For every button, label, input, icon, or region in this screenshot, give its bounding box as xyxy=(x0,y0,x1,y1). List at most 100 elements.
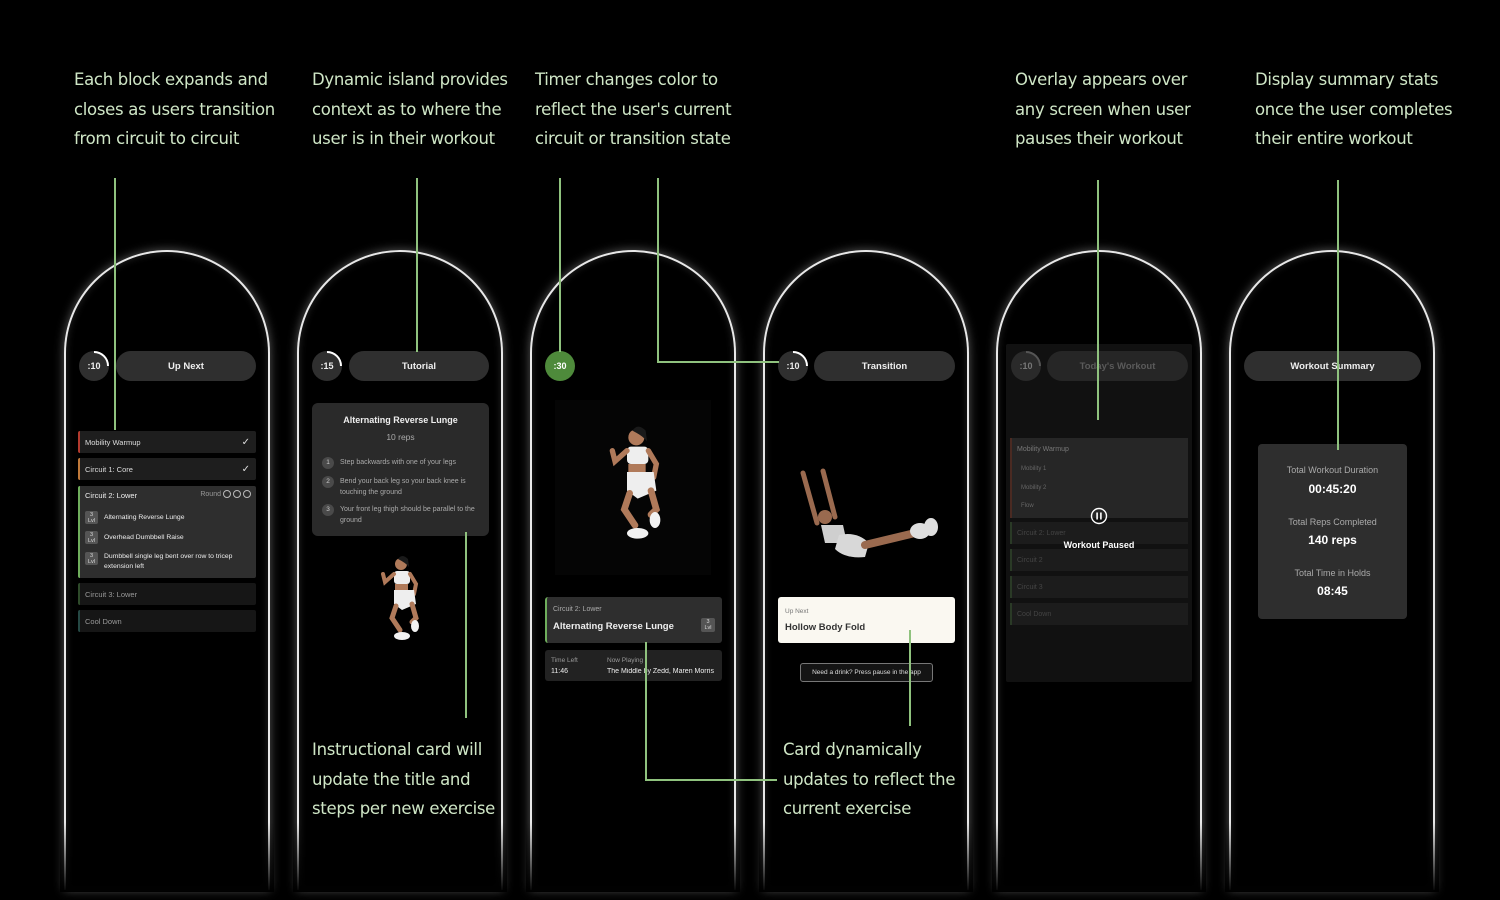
step-text: Your front leg thigh should be parallel … xyxy=(340,506,475,524)
up-next-label: Up Next xyxy=(785,608,809,615)
callout-line xyxy=(1097,180,1099,420)
callout-line xyxy=(909,630,911,726)
level-chip: 3 Lvl xyxy=(701,618,715,632)
callout-line xyxy=(657,361,779,363)
caption-summary: Display summary stats once the user comp… xyxy=(1255,65,1453,154)
exercise-name: Alternating Reverse Lunge xyxy=(553,621,674,632)
hint-text: Need a drink? Press pause in the app xyxy=(812,669,921,676)
countdown-timer: :10 xyxy=(778,351,808,381)
block-item: Cool Down xyxy=(1010,603,1188,625)
step-number: 2 xyxy=(322,476,334,488)
timer-progress-ring xyxy=(792,351,808,367)
callout-line xyxy=(416,178,418,352)
timer-value: :30 xyxy=(553,361,567,371)
caption-line: Each block expands and xyxy=(74,70,268,89)
circuit-label: Circuit 2: Lower xyxy=(553,606,602,613)
level-chip: 3 Lvl xyxy=(85,531,98,544)
current-exercise-card[interactable]: Circuit 2: Lower Alternating Reverse Lun… xyxy=(545,597,722,643)
block-mobility-warmup[interactable]: Mobility Warmup ✓ xyxy=(78,431,256,453)
caption-overlay: Overlay appears over any screen when use… xyxy=(1015,65,1191,154)
time-left-label: Time Left xyxy=(551,657,578,664)
pause-icon[interactable] xyxy=(1090,507,1108,525)
timer-progress-ring xyxy=(326,351,342,367)
block-item: Circuit 2 xyxy=(1010,549,1188,571)
step-number: 3 xyxy=(322,504,334,516)
stat-label: Total Reps Completed xyxy=(1288,517,1377,527)
caption-blocks: Each block expands and closes as users t… xyxy=(74,65,275,154)
stat-value: 140 reps xyxy=(1308,533,1357,547)
dynamic-island: Tutorial xyxy=(349,351,489,381)
countdown-timer: :10 xyxy=(1011,351,1041,381)
island-label: Today's Workout xyxy=(1079,360,1156,372)
caption-line: from circuit to circuit xyxy=(74,129,240,148)
exercise-title: Alternating Reverse Lunge xyxy=(343,415,458,425)
caption-line: Display summary stats xyxy=(1255,70,1439,89)
stat-label: Total Time in Holds xyxy=(1294,568,1371,578)
island-label: Transition xyxy=(861,360,908,372)
caption-line: circuit or transition state xyxy=(535,129,731,148)
exercise-row[interactable]: 3 Lvl Alternating Reverse Lunge xyxy=(85,511,250,524)
check-icon: ✓ xyxy=(241,463,250,475)
block-label: Circuit 3: Lower xyxy=(85,589,138,599)
block-label: Circuit 3 xyxy=(1017,583,1043,591)
dynamic-island: Today's Workout xyxy=(1047,351,1188,381)
step-text: Bend your back leg so your back knee is … xyxy=(340,478,466,496)
block-circuit-2-expanded[interactable]: Circuit 2: Lower Round 3 Lvl Alternating … xyxy=(78,486,256,578)
up-next-exercise: Hollow Body Fold xyxy=(785,622,866,633)
step-item: 2 Bend your back leg so your back knee is… xyxy=(322,476,482,498)
callout-line xyxy=(559,178,561,352)
stat-value: 00:45:20 xyxy=(1308,482,1357,496)
caption-line: Dynamic island provides xyxy=(312,70,508,89)
phone-frame-transition xyxy=(759,250,973,892)
round-ring-icon xyxy=(243,490,251,498)
callout-line xyxy=(657,178,659,362)
caption-island: Dynamic island provides context as to wh… xyxy=(312,65,508,154)
block-label: Cool Down xyxy=(1017,610,1052,618)
circuit-title: Circuit 2: Lower xyxy=(85,491,138,500)
callout-line xyxy=(1337,180,1339,450)
dynamic-island: Transition xyxy=(814,351,955,381)
caption-line: Timer changes color to xyxy=(535,70,718,89)
caption-line: their entire workout xyxy=(1255,129,1413,148)
block-label: Circuit 1: Core xyxy=(85,464,133,474)
block-label: Mobility Warmup xyxy=(1017,446,1069,453)
countdown-timer-active: :30 xyxy=(545,351,575,381)
session-info-bar: Time Left 11:46 Now Playing The Middle b… xyxy=(545,650,722,681)
level-chip: 3 Lvl xyxy=(85,511,98,524)
block-circuit-1-core[interactable]: Circuit 1: Core ✓ xyxy=(78,458,256,480)
chip-label: Lvl xyxy=(87,518,96,524)
summary-card: Total Workout Duration 00:45:20 Total Re… xyxy=(1258,444,1407,619)
warmup-block-expanded: Mobility Warmup Mobility 1 Mobility 2 Fl… xyxy=(1010,438,1188,518)
block-circuit-3-lower[interactable]: Circuit 3: Lower xyxy=(78,583,256,605)
round-ring-icon xyxy=(223,490,231,498)
paused-label: Workout Paused xyxy=(1063,540,1135,550)
step-text: Step backwards with one of your legs xyxy=(340,459,456,466)
caption-line: once the user completes xyxy=(1255,99,1453,119)
dynamic-island: Up Next xyxy=(116,351,256,381)
callout-line xyxy=(114,178,116,430)
callout-line xyxy=(645,642,647,780)
block-cool-down[interactable]: Cool Down xyxy=(78,610,256,632)
sub-item: Mobility 2 xyxy=(1021,485,1047,491)
sub-item: Mobility 1 xyxy=(1021,466,1047,472)
caption-line: context as to where the xyxy=(312,99,502,119)
exercise-figure-lunge xyxy=(609,426,661,539)
up-next-card[interactable]: Up Next Hollow Body Fold xyxy=(778,597,955,643)
caption-line: any screen when user xyxy=(1015,99,1191,119)
round-label: Round xyxy=(200,490,221,498)
pause-hint-toast: Need a drink? Press pause in the app xyxy=(800,663,933,682)
chip-label: Lvl xyxy=(704,625,712,631)
callout-line xyxy=(465,532,467,718)
check-icon: ✓ xyxy=(241,436,250,448)
exercise-name: Alternating Reverse Lunge xyxy=(104,514,185,521)
island-label: Tutorial xyxy=(401,360,437,372)
caption-line: user is in their workout xyxy=(312,129,495,148)
reps-count: 10 reps xyxy=(386,432,415,442)
round-ring-icon xyxy=(233,490,241,498)
exercise-row[interactable]: 3 Lvl Overhead Dumbbell Raise xyxy=(85,531,250,544)
exercise-row[interactable]: 3 Lvl Dumbbell single leg bent over row t… xyxy=(85,552,250,572)
block-label: Circuit 2: Lower xyxy=(1017,529,1066,537)
dynamic-island: Workout Summary xyxy=(1244,351,1421,381)
step-item: 1 Step backwards with one of your legs xyxy=(322,457,482,469)
time-left-value: 11:46 xyxy=(551,668,568,675)
